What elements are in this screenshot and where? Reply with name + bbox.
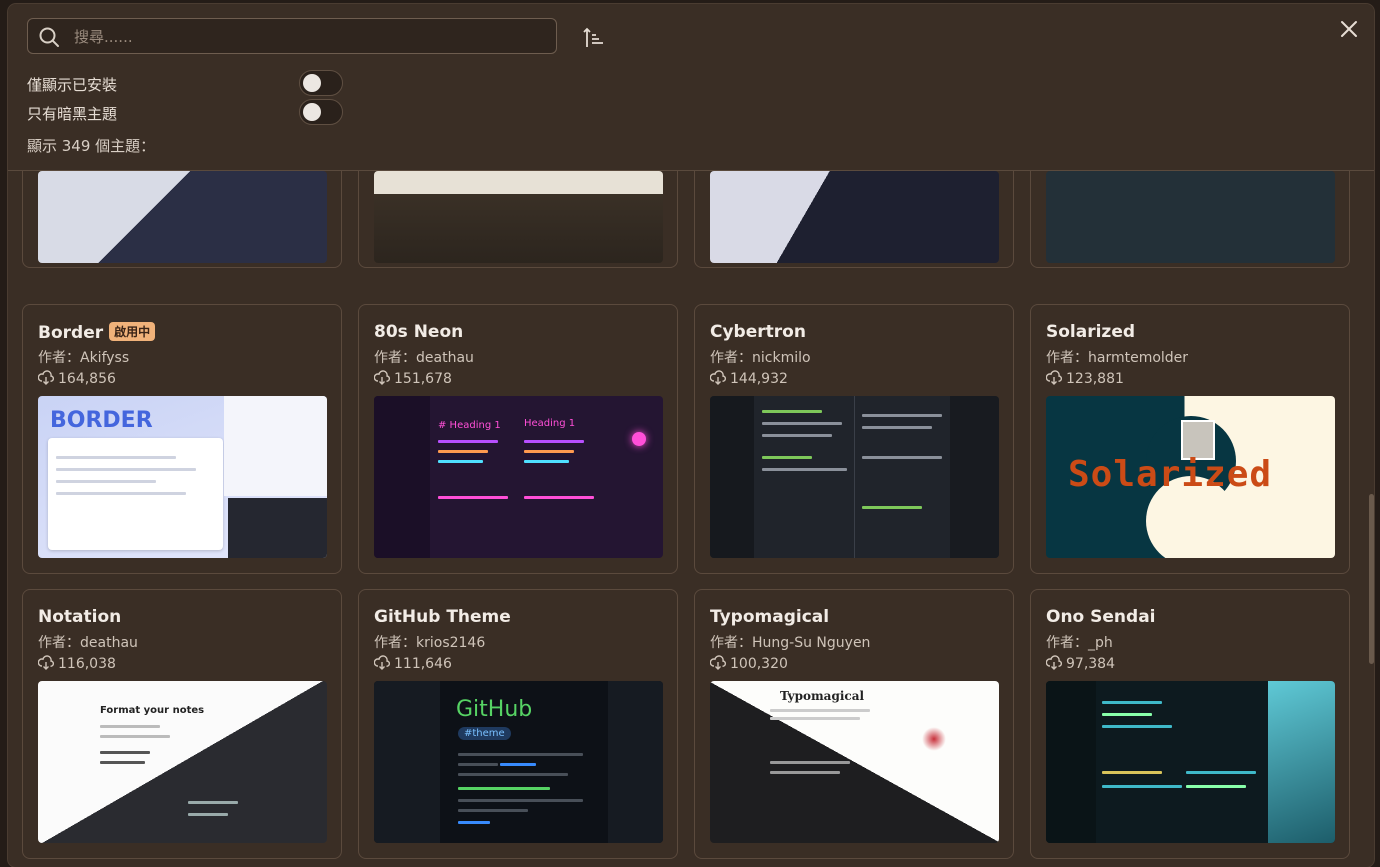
theme-downloads: 111,646: [373, 655, 452, 672]
active-badge: 啟用中: [109, 322, 156, 341]
thumbnail-title: Typomagical: [780, 689, 865, 703]
download-icon: [37, 655, 55, 670]
theme-author: 作者：_ph: [1046, 635, 1113, 651]
theme-thumbnail: # Heading 1 Heading 1: [374, 396, 663, 558]
toggle-knob: [303, 74, 321, 92]
theme-downloads: 116,038: [37, 655, 116, 672]
theme-thumbnail: [38, 171, 327, 263]
toggle-knob: [303, 103, 321, 121]
theme-card-80s-neon[interactable]: 80s Neon 作者：deathau 151,678 # Heading 1 …: [358, 304, 678, 574]
thumbnail-title: GitHub: [456, 697, 533, 722]
search-input[interactable]: [72, 23, 546, 51]
theme-thumbnail: [1046, 171, 1335, 263]
theme-author: 作者：harmtemolder: [1046, 350, 1189, 366]
theme-author: 作者：krios2146: [374, 635, 486, 651]
thumbnail-title: Format your notes: [100, 705, 205, 716]
dark-only-label: 只有暗黑主題: [27, 105, 118, 123]
thumbnail-heading: # Heading 1: [438, 420, 501, 431]
download-icon: [37, 370, 55, 385]
theme-card-github-theme[interactable]: GitHub Theme 作者：krios2146 111,646 GitHub…: [358, 589, 678, 859]
dark-only-toggle[interactable]: [299, 99, 343, 125]
theme-card-notation[interactable]: Notation 作者：deathau 116,038 Format your …: [22, 589, 342, 859]
theme-thumbnail: Typomagical: [710, 681, 999, 843]
theme-thumbnail: BORDER: [38, 396, 327, 558]
theme-name: Typomagical: [710, 607, 830, 627]
theme-author: 作者：deathau: [38, 635, 138, 651]
theme-author: 作者：Akifyss: [38, 350, 130, 366]
theme-author: 作者：Hung-Su Nguyen: [710, 635, 871, 651]
theme-name: Border 啟用中: [38, 322, 156, 343]
thumbnail-tag: #theme: [458, 727, 511, 740]
theme-count: 顯示 349 個主題：: [27, 137, 156, 155]
theme-thumbnail: GitHub #theme: [374, 681, 663, 843]
close-icon[interactable]: [1336, 16, 1362, 42]
theme-card-typomagical[interactable]: Typomagical 作者：Hung-Su Nguyen 100,320 Ty…: [694, 589, 1014, 859]
download-icon: [1045, 370, 1063, 385]
theme-card-ono-sendai[interactable]: Ono Sendai 作者：_ph 97,384: [1030, 589, 1350, 859]
installed-only-label: 僅顯示已安裝: [27, 76, 118, 94]
search-box[interactable]: [27, 18, 557, 54]
theme-downloads: 151,678: [373, 370, 452, 387]
download-icon: [373, 370, 391, 385]
download-icon: [709, 370, 727, 385]
theme-thumbnail: [710, 171, 999, 263]
theme-name: Notation: [38, 607, 122, 627]
theme-card-cybertron[interactable]: Cybertron 作者：nickmilo 144,932: [694, 304, 1014, 574]
theme-browser-header: 僅顯示已安裝 只有暗黑主題 顯示 349 個主題：: [8, 4, 1374, 171]
theme-thumbnail: [710, 396, 999, 558]
theme-name: Ono Sendai: [1046, 607, 1156, 627]
theme-thumbnail: Format your notes: [38, 681, 327, 843]
download-icon: [709, 655, 727, 670]
theme-thumbnail: Solarized: [1046, 396, 1335, 558]
search-icon: [39, 27, 59, 47]
scrollbar-thumb[interactable]: [1369, 494, 1374, 664]
download-icon: [373, 655, 391, 670]
theme-card-solarized[interactable]: Solarized 作者：harmtemolder 123,881 Solari…: [1030, 304, 1350, 574]
theme-downloads: 164,856: [37, 370, 116, 387]
theme-name: 80s Neon: [374, 322, 464, 342]
theme-downloads: 144,932: [709, 370, 788, 387]
installed-only-toggle[interactable]: [299, 70, 343, 96]
thumbnail-title: Solarized: [1068, 454, 1273, 495]
theme-name: Solarized: [1046, 322, 1136, 342]
theme-downloads: 97,384: [1045, 655, 1115, 672]
download-icon: [1045, 655, 1063, 670]
thumbnail-title: BORDER: [50, 408, 153, 433]
theme-downloads: 100,320: [709, 655, 788, 672]
theme-name: Cybertron: [710, 322, 806, 342]
theme-author: 作者：deathau: [374, 350, 474, 366]
theme-author: 作者：nickmilo: [710, 350, 811, 366]
theme-thumbnail: [1046, 681, 1335, 843]
theme-browser-modal: Border 啟用中 作者：Akifyss 164,856 BORDER 80s …: [8, 4, 1374, 867]
theme-downloads: 123,881: [1045, 370, 1124, 387]
theme-thumbnail: [374, 171, 663, 263]
sort-ascending-icon[interactable]: [582, 26, 606, 50]
theme-name: GitHub Theme: [374, 607, 511, 627]
theme-card-border[interactable]: Border 啟用中 作者：Akifyss 164,856 BORDER: [22, 304, 342, 574]
